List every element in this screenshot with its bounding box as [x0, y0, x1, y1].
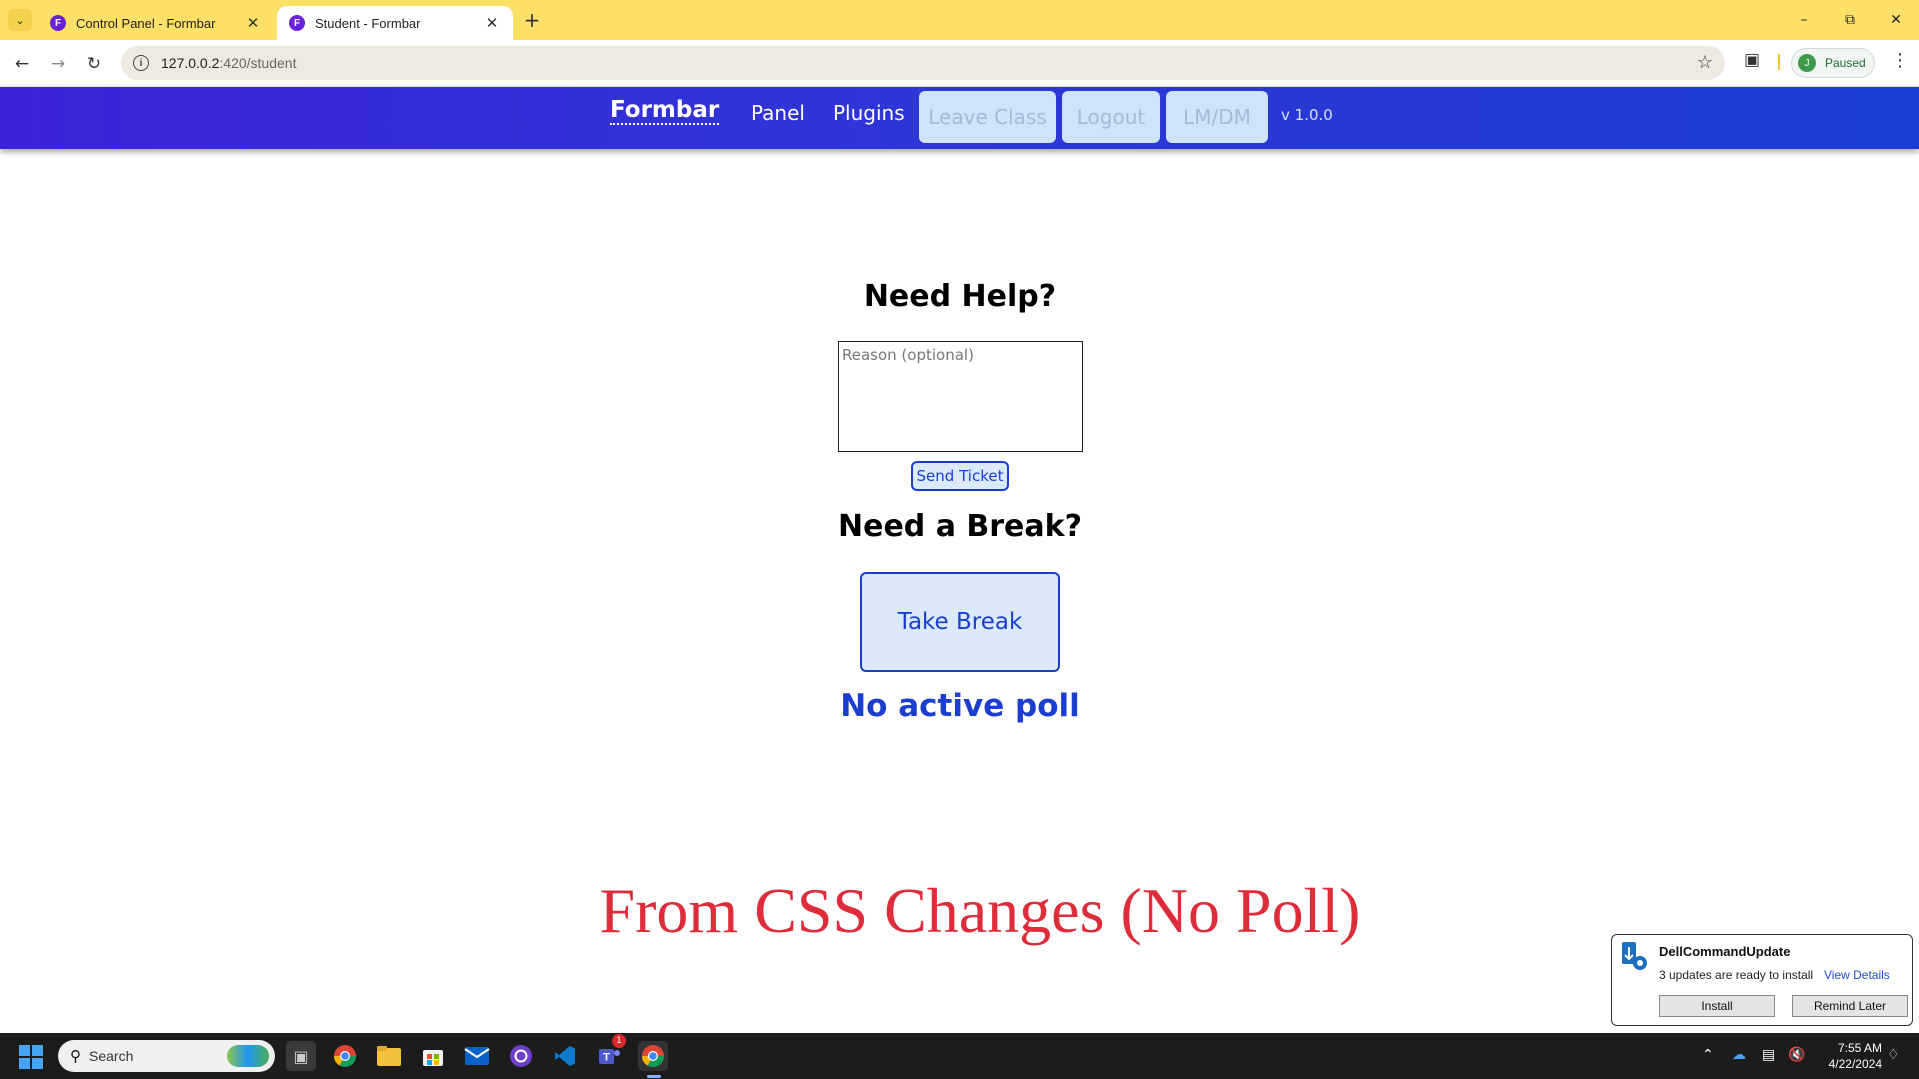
windows-taskbar: ⚲ Search ▣ T 1 ⌃ ☁ ▤ 🔇 7:55 AM 4/22/2024…	[0, 1033, 1919, 1079]
minimize-icon[interactable]: –	[1781, 0, 1827, 40]
browser-menu-icon[interactable]: ⋮	[1890, 50, 1910, 71]
install-button[interactable]: Install	[1659, 995, 1775, 1017]
formbar-favicon-icon: F	[289, 15, 305, 31]
search-placeholder: Search	[89, 1048, 134, 1064]
dell-update-notification: DellCommandUpdate 3 updates are ready to…	[1611, 934, 1913, 1026]
site-info-icon[interactable]: i	[133, 55, 149, 71]
taskbar-clock[interactable]: 7:55 AM 4/22/2024	[1812, 1040, 1882, 1072]
brand-logo-link[interactable]: Formbar	[610, 97, 720, 125]
app-navbar: Formbar Panel Plugins Leave Class Logout…	[0, 87, 1919, 149]
extensions-puzzle-icon[interactable]: ▣	[1741, 49, 1763, 71]
tab-control-panel[interactable]: F Control Panel - Formbar ✕	[38, 6, 274, 40]
teams-notification-badge: 1	[612, 1034, 626, 1048]
formbar-favicon-icon: F	[50, 15, 66, 31]
url-host: 127.0.0.2	[161, 55, 220, 71]
chrome-active-icon[interactable]	[638, 1041, 668, 1071]
new-tab-plus-icon[interactable]: +	[520, 8, 544, 32]
mail-icon[interactable]	[462, 1041, 492, 1071]
bookmark-star-icon[interactable]: ☆	[1697, 52, 1713, 73]
need-break-heading: Need a Break?	[837, 509, 1082, 544]
clock-date: 4/22/2024	[1828, 1057, 1882, 1071]
profile-status: Paused	[1825, 56, 1866, 70]
volume-muted-icon[interactable]: 🔇	[1788, 1047, 1805, 1063]
version-label: v 1.0.0	[1281, 106, 1333, 124]
logout-button[interactable]: Logout	[1062, 91, 1160, 143]
tab-search-icon[interactable]: ⌄	[8, 9, 32, 31]
address-bar[interactable]: i 127.0.0.2:420/student ☆	[121, 46, 1725, 80]
profile-button[interactable]: J Paused	[1791, 48, 1875, 78]
tab-title: Student - Formbar	[315, 15, 421, 31]
need-help-heading: Need Help?	[863, 279, 1057, 314]
close-icon[interactable]: ✕	[244, 14, 262, 32]
tab-title: Control Panel - Formbar	[76, 15, 216, 31]
reload-icon[interactable]: ↻	[80, 50, 108, 78]
network-icon[interactable]: ▤	[1762, 1047, 1775, 1063]
view-details-link[interactable]: View Details	[1824, 968, 1890, 982]
toolbar-divider	[1778, 54, 1780, 70]
caption-text: From CSS Changes (No Poll)	[599, 875, 1361, 946]
notification-title: DellCommandUpdate	[1659, 944, 1791, 959]
browser-toolbar: ← → ↻ i 127.0.0.2:420/student ☆	[0, 40, 1919, 87]
tab-student[interactable]: F Student - Formbar ✕	[277, 6, 513, 40]
reason-input[interactable]	[838, 341, 1083, 452]
active-app-indicator	[647, 1075, 661, 1078]
window-controls: – ⧉ ✕	[1781, 0, 1919, 40]
task-view-icon[interactable]: ▣	[286, 1041, 316, 1071]
avatar: J	[1798, 54, 1816, 72]
restore-icon[interactable]: ⧉	[1827, 0, 1873, 40]
nav-link-panel[interactable]: Panel	[751, 101, 805, 125]
forward-arrow-icon[interactable]: →	[44, 50, 72, 78]
send-ticket-button[interactable]: Send Ticket	[911, 461, 1009, 491]
notification-message: 3 updates are ready to install	[1659, 968, 1814, 982]
search-highlight-icon	[227, 1045, 269, 1067]
tray-overflow-chevron-icon[interactable]: ⌃	[1702, 1047, 1714, 1063]
github-desktop-icon[interactable]	[506, 1041, 536, 1071]
poll-status-text: No active poll	[840, 688, 1080, 724]
clock-time: 7:55 AM	[1837, 1041, 1882, 1055]
vscode-icon[interactable]	[550, 1041, 580, 1071]
microsoft-store-icon[interactable]	[418, 1041, 448, 1071]
chrome-icon[interactable]	[330, 1041, 360, 1071]
remind-later-button[interactable]: Remind Later	[1792, 995, 1908, 1017]
nav-link-plugins[interactable]: Plugins	[833, 101, 905, 125]
dell-update-gear-icon	[1622, 942, 1647, 970]
taskbar-search-box[interactable]: ⚲ Search	[58, 1040, 275, 1072]
windows-start-icon[interactable]	[19, 1045, 43, 1069]
url-path: :420/student	[219, 55, 297, 71]
notification-bell-icon[interactable]: ♢	[1887, 1047, 1900, 1063]
search-icon: ⚲	[70, 1048, 81, 1065]
take-break-button[interactable]: Take Break	[860, 572, 1060, 672]
close-icon[interactable]: ✕	[483, 14, 501, 32]
back-arrow-icon[interactable]: ←	[8, 50, 36, 78]
browser-tab-strip: ⌄ F Control Panel - Formbar ✕ F Student …	[0, 0, 1919, 40]
leave-class-button[interactable]: Leave Class	[919, 91, 1056, 143]
file-explorer-icon[interactable]	[374, 1041, 404, 1071]
svg-text:T: T	[603, 1052, 610, 1064]
window-close-icon[interactable]: ✕	[1873, 0, 1919, 40]
lm-dm-button[interactable]: LM/DM	[1166, 91, 1268, 143]
onedrive-cloud-icon[interactable]: ☁	[1732, 1047, 1746, 1063]
